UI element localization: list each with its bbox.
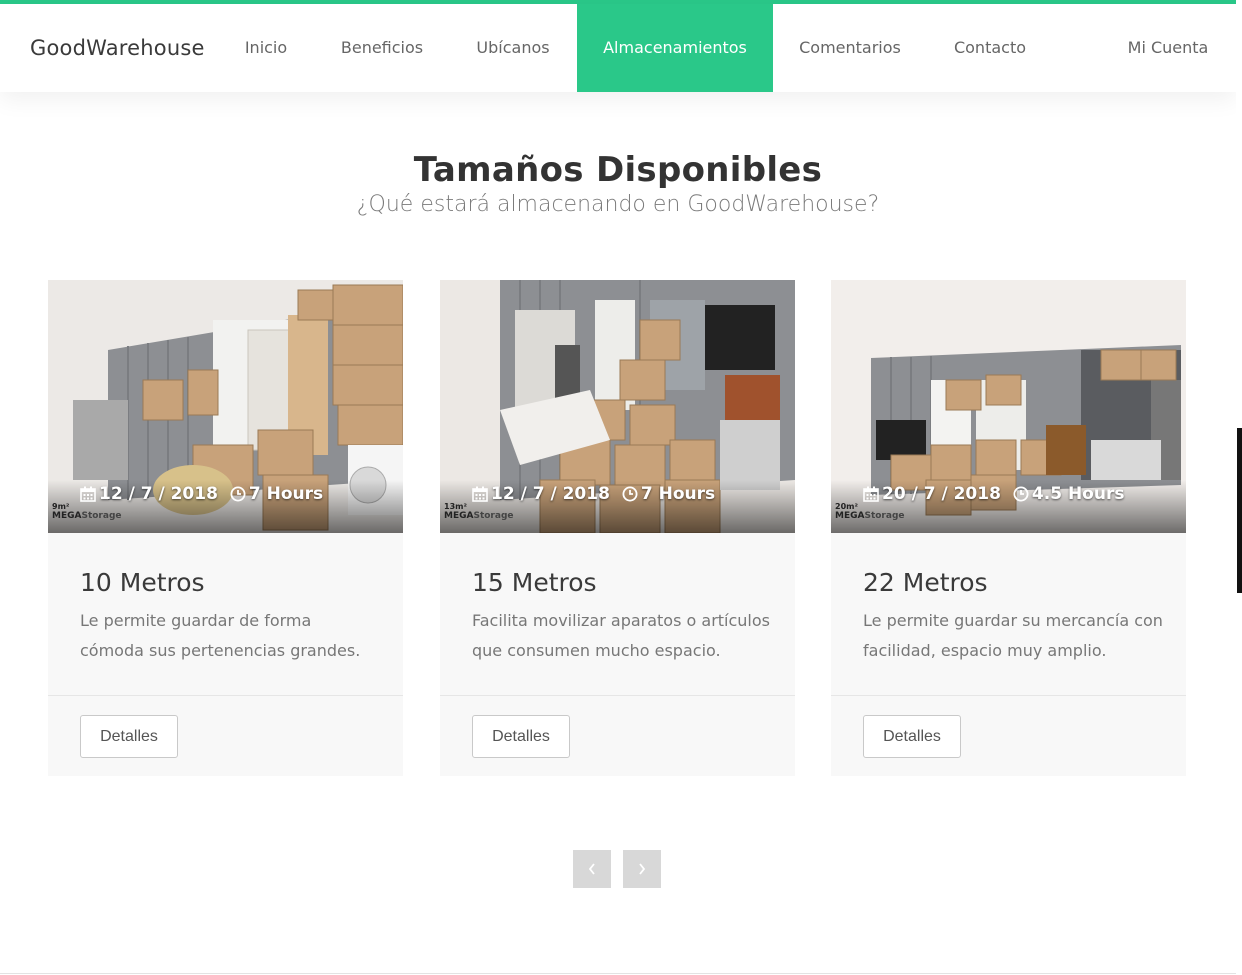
section-title: Tamaños Disponibles <box>413 150 823 190</box>
card-meta: 12 / 7 / 2018 7 Hours <box>472 484 715 504</box>
storage-card: 12 / 7 / 2018 7 Hours 9m² MEGAStorage 10… <box>48 280 403 776</box>
calendar-icon <box>80 486 96 502</box>
calendar-icon <box>863 486 879 502</box>
card-title: 10 Metros <box>80 568 205 597</box>
card-divider <box>831 695 1186 696</box>
storage-unit-image: 20 / 7 / 2018 4.5 Hours 20m² MEGAStorage <box>831 280 1186 533</box>
nav-item-comentarios[interactable]: Comentarios <box>786 4 914 92</box>
card-divider <box>48 695 403 696</box>
chevron-right-icon <box>639 863 646 875</box>
mega-storage-watermark: 9m² MEGAStorage <box>52 502 122 521</box>
carousel-prev-button[interactable] <box>573 850 611 888</box>
section-bottom-border <box>0 973 1236 974</box>
card-title: 15 Metros <box>472 568 597 597</box>
storage-card: 20 / 7 / 2018 4.5 Hours 20m² MEGAStorage… <box>831 280 1186 776</box>
detalles-button[interactable]: Detalles <box>80 715 178 758</box>
detalles-button[interactable]: Detalles <box>472 715 570 758</box>
card-duration: 7 Hours <box>248 484 324 504</box>
card-title: 22 Metros <box>863 568 988 597</box>
brand-logo[interactable]: GoodWarehouse <box>30 4 205 92</box>
mega-storage-watermark: 13m² MEGAStorage <box>444 502 514 521</box>
storage-unit-image: 12 / 7 / 2018 7 Hours 13m² MEGAStorage <box>440 280 795 533</box>
card-date: 12 / 7 / 2018 <box>99 484 218 504</box>
card-divider <box>440 695 795 696</box>
card-date: 20 / 7 / 2018 <box>882 484 1001 504</box>
scrollbar-thumb[interactable] <box>1237 428 1242 593</box>
mega-storage-watermark: 20m² MEGAStorage <box>835 502 905 521</box>
card-duration: 4.5 Hours <box>1031 484 1125 504</box>
storage-unit-image: 12 / 7 / 2018 7 Hours 9m² MEGAStorage <box>48 280 403 533</box>
section-subtitle: ¿Qué estará almacenando en GoodWarehouse… <box>356 192 880 217</box>
nav-item-inicio[interactable]: Inicio <box>227 4 305 92</box>
card-duration: 7 Hours <box>640 484 716 504</box>
calendar-icon <box>472 486 488 502</box>
clock-icon <box>230 486 246 502</box>
nav-item-contacto[interactable]: Contacto <box>938 4 1042 92</box>
clock-icon <box>622 486 638 502</box>
nav-item-beneficios[interactable]: Beneficios <box>322 4 442 92</box>
chevron-left-icon <box>588 863 595 875</box>
card-description: Facilita movilizar aparatos o artículos … <box>472 611 770 660</box>
storage-card: 12 / 7 / 2018 7 Hours 13m² MEGAStorage 1… <box>440 280 795 776</box>
card-meta: 12 / 7 / 2018 7 Hours <box>80 484 323 504</box>
clock-icon <box>1013 486 1029 502</box>
nav-item-almacenamientos[interactable]: Almacenamientos <box>577 4 773 92</box>
nav-item-ubicanos[interactable]: Ubícanos <box>460 4 566 92</box>
card-meta: 20 / 7 / 2018 4.5 Hours <box>863 484 1124 504</box>
card-description: Le permite guardar de forma cómoda sus p… <box>80 611 361 660</box>
card-description: Le permite guardar su mercancía con faci… <box>863 611 1163 660</box>
card-date: 12 / 7 / 2018 <box>491 484 610 504</box>
top-navbar: GoodWarehouse Inicio Beneficios Ubícanos… <box>0 4 1236 92</box>
detalles-button[interactable]: Detalles <box>863 715 961 758</box>
nav-item-mi-cuenta[interactable]: Mi Cuenta <box>1112 4 1224 92</box>
carousel-next-button[interactable] <box>623 850 661 888</box>
